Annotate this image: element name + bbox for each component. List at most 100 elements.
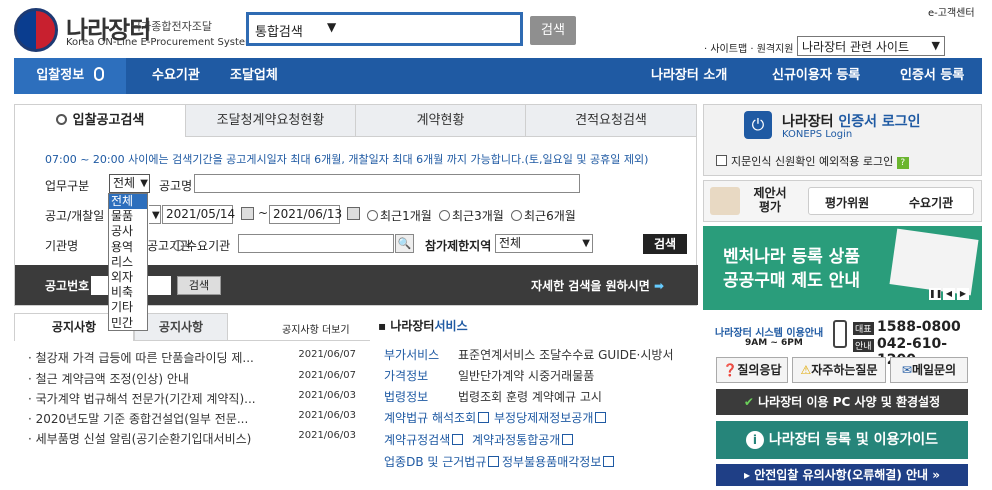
mail-button[interactable]: ✉메일문의 — [890, 357, 968, 383]
notice-item[interactable]: · 철근 계약금액 조정(인상) 안내 2021/06/07 — [28, 370, 370, 390]
date-type-select[interactable]: ▼ — [149, 205, 161, 224]
dropdown-option[interactable]: 리스 — [109, 255, 147, 270]
prev-icon[interactable]: ◀ — [943, 288, 955, 300]
nav-demand-agency[interactable]: 수요기관 — [152, 58, 200, 94]
logo-emblem-icon[interactable] — [14, 8, 58, 52]
venture-banner[interactable]: 벤처나라 등록 상품 공공구매 제도 안내 ❚❚ ◀ ▶ — [703, 226, 982, 310]
tab-contract-status[interactable]: 계약현황 — [355, 105, 525, 137]
service-link-disposal[interactable]: 정부불용품매각정보 — [502, 453, 615, 470]
dropdown-option[interactable]: 기타 — [109, 300, 147, 315]
bid-no-search-button[interactable]: 검색 — [177, 276, 221, 295]
double-chevron-icon: » — [932, 468, 941, 482]
dropdown-option[interactable]: 용역 — [109, 240, 147, 255]
detail-search-link[interactable]: 자세한 검색을 원하시면 ➡ — [531, 277, 664, 294]
notice-item[interactable]: · 2020년도말 기준 종합건설업(일부 전문... 2021/06/03 — [28, 410, 370, 430]
qbtn-label: 메일문의 — [911, 363, 957, 377]
tab-notice-2[interactable]: 공지사항 — [134, 313, 228, 341]
notice-more-link[interactable]: 공지사항 더보기 — [282, 321, 350, 336]
notice-name-label: 공고명 — [159, 179, 193, 193]
service-link-rules[interactable]: 계약규정검색 — [384, 431, 464, 448]
main-nav: 입찰정보 수요기관 조달업체 나라장터 소개 신규이용자 등록 인증서 등록 — [14, 58, 982, 94]
region-value: 전체 — [499, 236, 522, 250]
tab-contract-request[interactable]: 조달청계약요청현황 — [185, 105, 355, 137]
nav-supplier[interactable]: 조달업체 — [230, 58, 278, 94]
agency-label: 기관명 — [45, 239, 79, 253]
util-links[interactable]: · 사이트맵 · 원격지원 — [704, 40, 794, 55]
service-link-interpret[interactable]: 계약법규 해석조회 — [384, 409, 490, 426]
power-icon: ⏻ — [744, 111, 772, 139]
register-guide-label: 나라장터 등록 및 이용가이드 — [768, 432, 939, 448]
fingerprint-label: 지문인식 신원확인 예외적용 로그인 — [731, 155, 894, 168]
checkbox-icon[interactable] — [716, 155, 727, 166]
bullet-icon: ▪ — [378, 319, 391, 333]
external-link-icon — [478, 412, 490, 423]
dropdown-option[interactable]: 외자 — [109, 270, 147, 285]
service-links[interactable]: 법령조회 훈령 계약예규 고시 — [458, 388, 602, 405]
tab-quote-search[interactable]: 견적요청검색 — [525, 105, 696, 137]
next-icon[interactable]: ▶ — [957, 288, 969, 300]
cert-login-box[interactable]: ⏻ 나라장터 인증서 로그인 KONEPS Login 지문인식 신원확인 예외… — [703, 104, 982, 176]
agency-option-demand[interactable]: 수요기관 — [173, 237, 230, 254]
dropdown-option[interactable]: 물품 — [109, 209, 147, 224]
related-site-select[interactable]: 나라장터 관련 사이트 ▼ — [797, 36, 945, 56]
mouse-icon — [93, 67, 104, 81]
arrow-right-icon: ▸ — [743, 468, 750, 482]
service-link-process[interactable]: 계약과정통합공개 — [472, 431, 574, 448]
service-category[interactable]: 가격정보 — [384, 367, 428, 384]
notice-item[interactable]: · 세부품명 신설 알림(공기순환기입대서비스) 2021/06/03 — [28, 430, 370, 450]
external-link-icon — [603, 456, 615, 467]
dropdown-option[interactable]: 비축 — [109, 285, 147, 300]
radio-icon — [439, 210, 450, 221]
range-3month[interactable]: 최근3개월 — [439, 207, 504, 224]
service-link-sanction[interactable]: 부정당제재정보공개 — [494, 409, 607, 426]
magnifier-icon[interactable]: 🔍 — [395, 234, 414, 253]
region-select[interactable]: 전체 ▼ — [495, 234, 593, 253]
pause-icon[interactable]: ❚❚ — [929, 288, 942, 300]
customer-center-link[interactable]: e-고객센터 — [928, 4, 975, 19]
notice-item[interactable]: · 국가계약 법규해석 전문가(기간제 계약직)... 2021/06/03 — [28, 390, 370, 410]
agency-option-label: 수요기관 — [186, 239, 231, 253]
date-from-input[interactable]: 2021/05/14 — [162, 205, 235, 224]
nav-bid-info[interactable]: 입찰정보 — [14, 58, 126, 94]
service-category[interactable]: 부가서비스 — [384, 346, 439, 363]
tab-bid-search[interactable]: 입찰공고검색 — [15, 105, 185, 137]
nav-cert-register[interactable]: 인증서 등록 — [900, 58, 964, 94]
notice-name-input[interactable] — [194, 174, 580, 193]
dropdown-option[interactable]: 전체 — [109, 194, 147, 210]
nav-about[interactable]: 나라장터 소개 — [651, 58, 727, 94]
service-link-industry[interactable]: 업종DB 및 근거법규 — [384, 453, 500, 470]
notice-item[interactable]: · 철강재 가격 급등에 따른 단품슬라이딩 제... 2021/06/07 — [28, 349, 370, 369]
safe-bid-button[interactable]: ▸ 안전입찰 유의사항(오류해결) 안내 » — [716, 464, 968, 486]
work-type-dropdown[interactable]: 전체 물품 공사 용역 리스 외자 비축 기타 민간 — [108, 193, 148, 331]
qna-button[interactable]: ❓질의응답 — [716, 357, 788, 383]
dropdown-option[interactable]: 민간 — [109, 316, 147, 331]
notice-date: 2021/06/03 — [298, 410, 356, 421]
panel-search-button[interactable]: 검색 — [643, 234, 687, 254]
nav-new-user[interactable]: 신규이용자 등록 — [772, 58, 860, 94]
service-links[interactable]: 표준연계서비스 조달수수료 GUIDE·시방서 — [458, 346, 674, 363]
dropdown-option[interactable]: 공사 — [109, 224, 147, 239]
notice-panel: 공지사항 공지사항 공지사항 더보기 · 철강재 가격 급등에 따른 단품슬라이… — [14, 313, 370, 490]
calendar-icon[interactable] — [241, 207, 254, 220]
service-category[interactable]: 법령정보 — [384, 388, 428, 405]
date-to-input[interactable]: 2021/06/13 — [269, 205, 342, 224]
range-1month[interactable]: 최근1개월 — [367, 207, 432, 224]
service-link-label: 부정당제재정보공개 — [494, 411, 594, 425]
register-guide-button[interactable]: i 나라장터 등록 및 이용가이드 — [716, 421, 968, 459]
pc-spec-button[interactable]: ✔ 나라장터 이용 PC 사양 및 환경설정 — [716, 389, 968, 415]
fingerprint-login[interactable]: 지문인식 신원확인 예외적용 로그인 ? — [716, 153, 909, 169]
demand-agency-link[interactable]: 수요기관 — [909, 194, 953, 211]
range-label: 최근1개월 — [380, 209, 432, 223]
work-type-select[interactable]: 전체 ▼ — [109, 174, 150, 193]
search-category-select[interactable]: 통합검색 — [255, 21, 303, 40]
faq-button[interactable]: ⚠자주하는질문 — [792, 357, 886, 383]
calendar-icon[interactable] — [347, 207, 360, 220]
service-panel: ▪ 나라장터서비스 부가서비스 표준연계서비스 조달수수료 GUIDE·시방서 … — [376, 313, 696, 490]
help-icon[interactable]: ? — [896, 157, 909, 169]
search-input[interactable]: 통합검색 ▼ — [246, 12, 523, 46]
service-links[interactable]: 일반단가계약 시중거래물품 — [458, 367, 594, 384]
search-button[interactable]: 검색 — [530, 16, 576, 45]
agency-name-input[interactable] — [238, 234, 394, 253]
eval-committee-link[interactable]: 평가위원 — [825, 194, 869, 211]
range-6month[interactable]: 최근6개월 — [511, 207, 576, 224]
